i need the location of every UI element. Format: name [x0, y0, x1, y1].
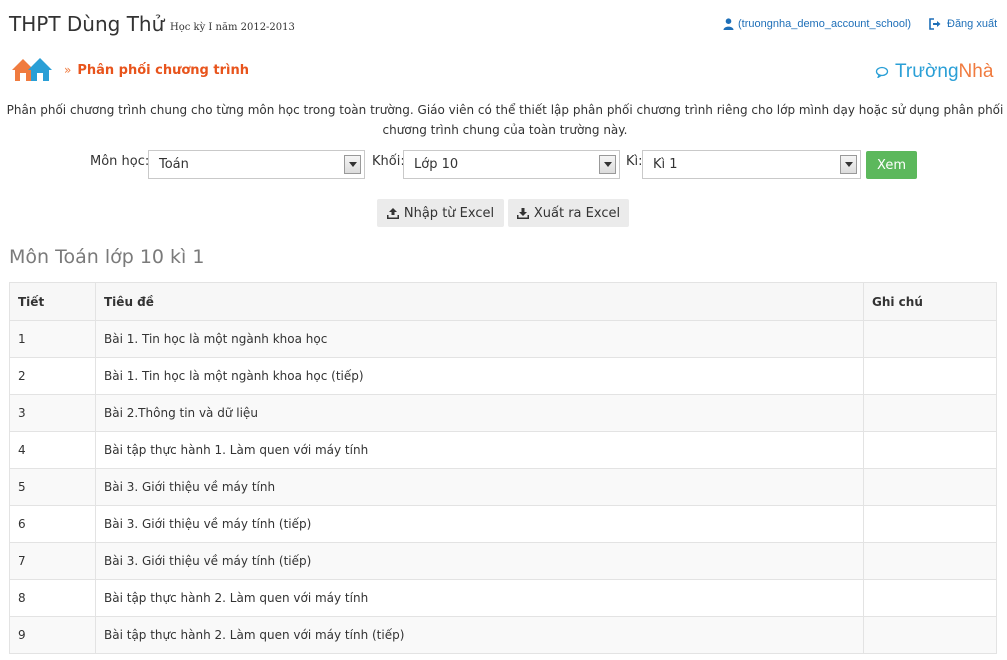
term-label: Kì: — [626, 154, 643, 169]
table-row[interactable]: 1 Bài 1. Tin học là một ngành khoa học — [9, 320, 997, 358]
title-cell: Bài 3. Giới thiệu về máy tính (tiếp) — [95, 505, 864, 543]
table-row[interactable]: 4 Bài tập thực hành 1. Làm quen với máy … — [9, 431, 997, 469]
upload-icon — [386, 207, 399, 219]
table-row[interactable]: 3 Bài 2.Thông tin và dữ liệu — [9, 394, 997, 432]
brand-logo[interactable]: TrườngNhà — [875, 61, 993, 83]
subject-select[interactable]: Toán — [148, 150, 365, 179]
import-excel-label: Nhập từ Excel — [403, 205, 495, 221]
period-cell: 3 — [9, 394, 96, 432]
logout-link[interactable]: Đăng xuất — [929, 18, 997, 30]
title-cell: Bài tập thực hành 2. Làm quen với máy tí… — [95, 616, 864, 654]
note-cell[interactable] — [863, 616, 997, 654]
table-row[interactable]: 6 Bài 3. Giới thiệu về máy tính (tiếp) — [9, 505, 997, 543]
note-cell[interactable] — [863, 394, 997, 432]
table-row[interactable]: 7 Bài 3. Giới thiệu về máy tính (tiếp) — [9, 542, 997, 580]
filter-bar: Môn học: Toán Khối: Lớp 10 Kì: Kì 1 Xem — [0, 150, 1007, 180]
breadcrumb: » Phân phối chương trình — [10, 54, 249, 86]
export-excel-button[interactable]: Xuất ra Excel — [508, 199, 629, 227]
period-cell: 4 — [9, 431, 96, 469]
chat-bubble-icon — [875, 66, 889, 78]
table-row[interactable]: 9 Bài tập thực hành 2. Làm quen với máy … — [9, 616, 997, 654]
title-cell: Bài tập thực hành 1. Làm quen với máy tí… — [95, 431, 864, 469]
note-cell[interactable] — [863, 357, 997, 395]
period-cell: 2 — [9, 357, 96, 395]
grade-select[interactable]: Lớp 10 — [403, 150, 620, 179]
chevron-down-icon — [344, 155, 361, 174]
period-cell: 6 — [9, 505, 96, 543]
column-header-period: Tiết — [9, 282, 96, 321]
sign-out-icon — [929, 18, 941, 30]
user-icon — [723, 18, 734, 30]
chevron-down-icon — [840, 155, 857, 174]
period-cell: 7 — [9, 542, 96, 580]
logout-label: Đăng xuất — [947, 18, 998, 30]
chevron-down-icon — [599, 155, 616, 174]
period-cell: 8 — [9, 579, 96, 617]
period-cell: 1 — [9, 320, 96, 358]
note-cell[interactable] — [863, 579, 997, 617]
grade-select-value: Lớp 10 — [414, 157, 459, 172]
home-icon[interactable] — [10, 56, 54, 84]
note-cell[interactable] — [863, 542, 997, 580]
period-cell: 5 — [9, 468, 96, 506]
title-cell: Bài 3. Giới thiệu về máy tính — [95, 468, 864, 506]
title-cell: Bài 1. Tin học là một ngành khoa học (ti… — [95, 357, 864, 395]
column-header-note: Ghi chú — [863, 282, 997, 321]
note-cell[interactable] — [863, 505, 997, 543]
curriculum-table: Tiết Tiêu đề Ghi chú 1 Bài 1. Tin học là… — [9, 282, 997, 654]
view-button[interactable]: Xem — [866, 151, 917, 179]
breadcrumb-current: Phân phối chương trình — [77, 62, 249, 78]
term-select[interactable]: Kì 1 — [642, 150, 861, 179]
page-description: Phân phối chương trình chung cho từng mô… — [6, 103, 1004, 137]
period-cell: 9 — [9, 616, 96, 654]
title-cell: Bài 3. Giới thiệu về máy tính (tiếp) — [95, 542, 864, 580]
note-cell[interactable] — [863, 320, 997, 358]
brand-part-2: Nhà — [958, 61, 994, 82]
user-account-label: (truongnha_demo_account_school) — [738, 18, 912, 30]
subject-select-value: Toán — [159, 157, 189, 172]
school-name: THPT Dùng Thử — [9, 12, 165, 36]
table-row[interactable]: 5 Bài 3. Giới thiệu về máy tính — [9, 468, 997, 506]
note-cell[interactable] — [863, 468, 997, 506]
title-cell: Bài 2.Thông tin và dữ liệu — [95, 394, 864, 432]
note-cell[interactable] — [863, 431, 997, 469]
brand-part-1: Trường — [895, 61, 959, 82]
section-title: Môn Toán lớp 10 kì 1 — [9, 246, 205, 268]
semester-label: Học kỳ I năm 2012-2013 — [170, 22, 295, 33]
title-cell: Bài 1. Tin học là một ngành khoa học — [95, 320, 864, 358]
table-row[interactable]: 8 Bài tập thực hành 2. Làm quen với máy … — [9, 579, 997, 617]
column-header-title: Tiêu đề — [95, 282, 864, 321]
top-bar: THPT Dùng Thử Học kỳ I năm 2012-2013 (tr… — [0, 0, 1007, 50]
import-excel-button[interactable]: Nhập từ Excel — [377, 199, 504, 227]
breadcrumb-separator: » — [64, 63, 72, 77]
download-icon — [516, 207, 529, 219]
subject-label: Môn học: — [90, 154, 150, 169]
grade-label: Khối: — [372, 154, 405, 169]
term-select-value: Kì 1 — [653, 157, 678, 172]
user-account-link[interactable]: (truongnha_demo_account_school) — [723, 18, 911, 30]
title-cell: Bài tập thực hành 2. Làm quen với máy tí… — [95, 579, 864, 617]
table-header-row: Tiết Tiêu đề Ghi chú — [9, 282, 997, 321]
table-row[interactable]: 2 Bài 1. Tin học là một ngành khoa học (… — [9, 357, 997, 395]
export-excel-label: Xuất ra Excel — [533, 205, 621, 221]
